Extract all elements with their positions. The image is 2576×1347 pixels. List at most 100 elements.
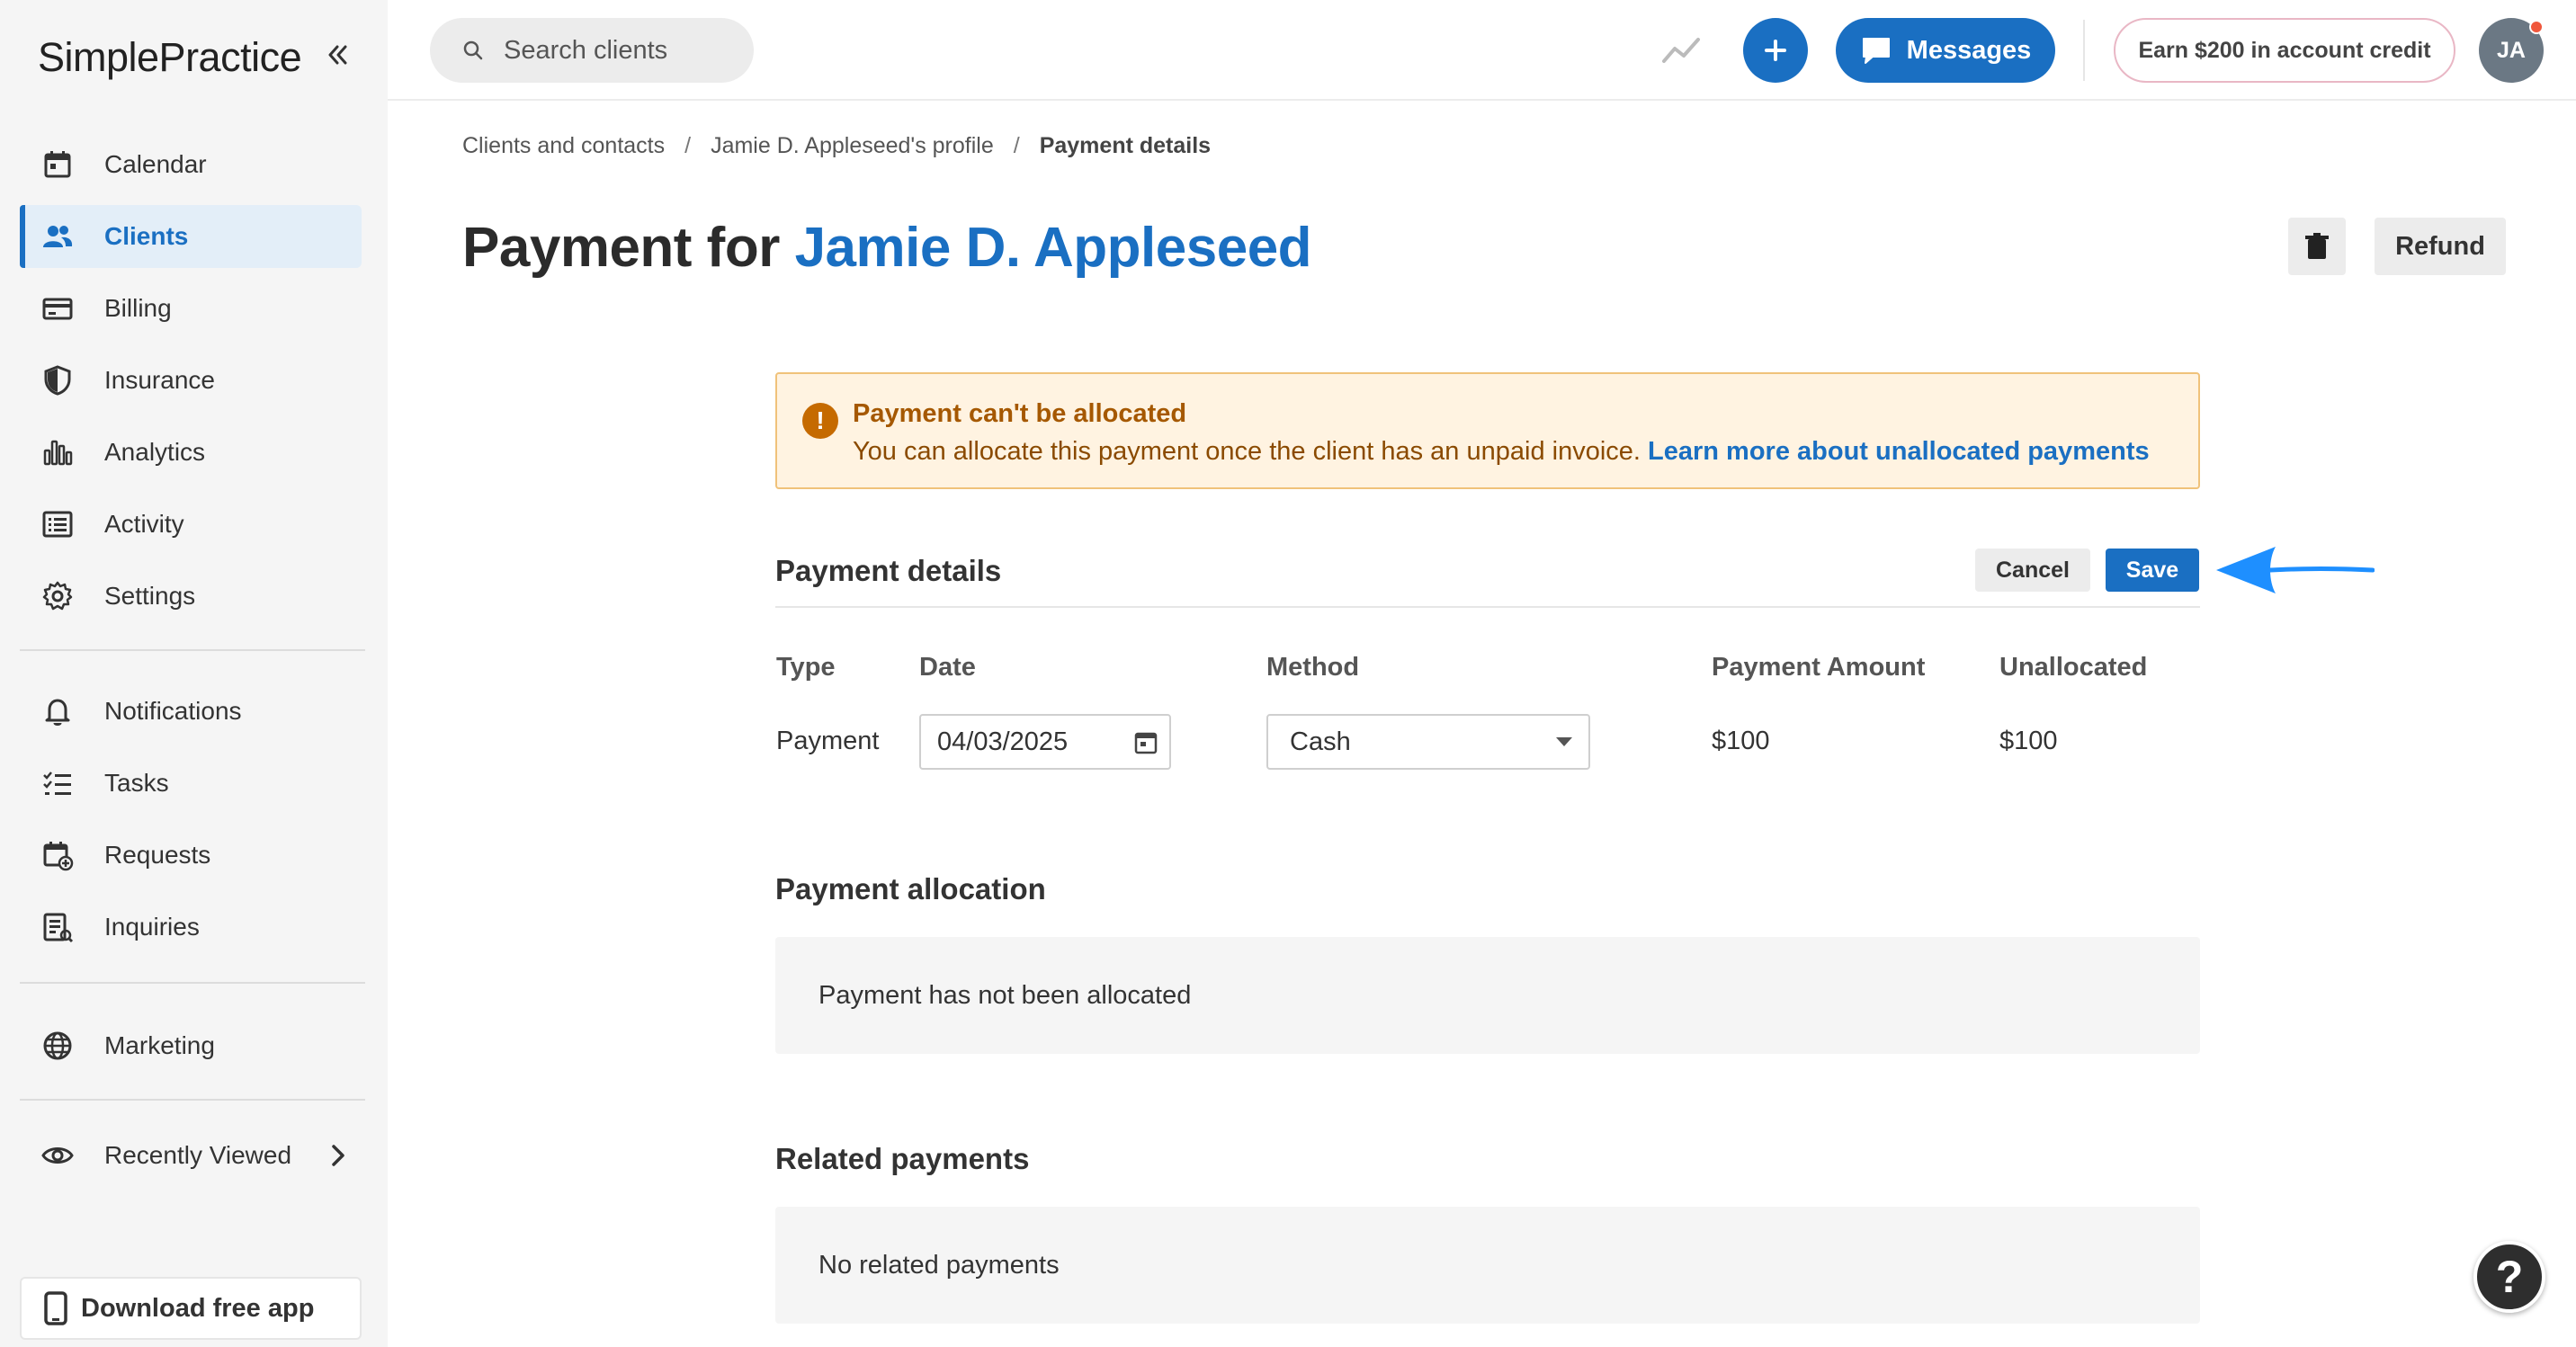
alert-title: Payment can't be allocated <box>853 399 1187 428</box>
alert-text: You can allocate this payment once the c… <box>853 437 1641 466</box>
sidebar-item-label: Clients <box>104 222 189 250</box>
sidebar-item-requests[interactable]: Requests <box>20 824 362 887</box>
column-header-amount: Payment Amount <box>1712 653 1926 682</box>
method-select[interactable]: Cash <box>1266 714 1590 770</box>
page-title-prefix: Payment for <box>462 217 780 279</box>
breadcrumb-clients-link[interactable]: Clients and contacts <box>462 133 665 159</box>
warning-icon: ! <box>802 403 838 439</box>
sidebar-item-label: Tasks <box>104 769 169 797</box>
date-field[interactable]: 04/03/2025 <box>919 714 1171 770</box>
plus-icon <box>1765 40 1786 61</box>
sidebar-divider <box>20 1099 365 1101</box>
messages-button[interactable]: Messages <box>1836 18 2055 83</box>
inquiry-icon <box>43 913 74 943</box>
download-app-label: Download free app <box>81 1293 315 1323</box>
sidebar-item-recently-viewed[interactable]: Recently Viewed <box>20 1124 362 1187</box>
calendar-add-icon <box>43 842 74 871</box>
page-title: Payment for Jamie D. Appleseed <box>462 216 1312 280</box>
calendar-picker-icon[interactable] <box>1133 730 1158 755</box>
alert-message: You can allocate this payment once the c… <box>853 437 2150 467</box>
bar-chart-icon <box>43 440 73 466</box>
sidebar-item-activity[interactable]: Activity <box>20 493 362 556</box>
collapse-sidebar-icon[interactable] <box>322 40 353 70</box>
sidebar-item-clients[interactable]: Clients <box>20 205 362 268</box>
shield-icon <box>44 365 71 396</box>
cancel-button[interactable]: Cancel <box>1975 549 2090 592</box>
bell-icon <box>45 699 70 726</box>
chat-bubble-icon <box>1862 38 1890 64</box>
search-input[interactable]: Search clients <box>430 18 754 83</box>
chevron-right-icon[interactable] <box>326 1140 351 1171</box>
notification-dot <box>2529 20 2544 34</box>
breadcrumb-current: Payment details <box>1039 133 1212 158</box>
search-icon <box>463 40 483 60</box>
method-value: Cash <box>1290 727 1351 756</box>
help-button[interactable]: ? <box>2473 1241 2545 1313</box>
sidebar-item-label: Insurance <box>104 366 215 394</box>
breadcrumb-separator: / <box>1013 133 1020 158</box>
phone-icon <box>44 1291 67 1325</box>
warning-alert: ! Payment can't be allocated You can all… <box>775 372 2200 489</box>
search-placeholder: Search clients <box>504 35 668 65</box>
pointer-arrow-icon <box>2216 547 2375 593</box>
checklist-icon <box>43 772 71 795</box>
allocation-empty-state: Payment has not been allocated <box>775 937 2200 1054</box>
trash-icon <box>2305 233 2329 259</box>
breadcrumb-profile-link[interactable]: Jamie D. Appleseed's profile <box>711 133 994 159</box>
earn-credit-button[interactable]: Earn $200 in account credit <box>2114 18 2455 83</box>
sidebar-item-analytics[interactable]: Analytics <box>20 421 362 484</box>
sidebar-item-calendar[interactable]: Calendar <box>20 133 362 196</box>
topbar-divider <box>2083 20 2085 81</box>
payment-amount: $100 <box>1712 727 1770 755</box>
related-empty-state: No related payments <box>775 1207 2200 1324</box>
payment-type: Payment <box>776 727 880 755</box>
column-header-date: Date <box>919 653 976 682</box>
globe-icon <box>43 1031 72 1060</box>
sidebar-item-tasks[interactable]: Tasks <box>20 752 362 815</box>
app-logo[interactable]: SimplePractice <box>38 34 302 81</box>
unallocated-amount: $100 <box>1999 727 2058 755</box>
refund-button[interactable]: Refund <box>2375 218 2506 275</box>
sidebar-divider <box>20 982 365 984</box>
sidebar-item-inquiries[interactable]: Inquiries <box>20 896 362 959</box>
download-app-button[interactable]: Download free app <box>20 1277 362 1340</box>
payment-details-title: Payment details <box>775 554 1002 587</box>
list-icon <box>42 511 73 538</box>
sidebar-item-label: Billing <box>104 294 172 322</box>
sidebar-item-label: Marketing <box>104 1031 215 1059</box>
chevron-down-icon <box>1556 737 1572 746</box>
sidebar-item-label: Requests <box>104 841 211 869</box>
sidebar-item-label: Activity <box>104 510 184 538</box>
trend-icon[interactable] <box>1660 32 1702 68</box>
sidebar-item-label: Settings <box>104 582 196 610</box>
credit-card-icon <box>42 298 73 320</box>
breadcrumb: Clients and contacts / Jamie D. Applesee… <box>462 133 1211 159</box>
sidebar-item-label: Recently Viewed <box>104 1141 292 1169</box>
sidebar-item-notifications[interactable]: Notifications <box>20 680 362 743</box>
related-payments-title: Related payments <box>775 1142 1030 1175</box>
sidebar: SimplePractice Calendar Clients Billing … <box>0 0 388 1347</box>
payment-allocation-title: Payment allocation <box>775 872 1046 905</box>
column-header-type: Type <box>776 653 836 682</box>
learn-more-link[interactable]: Learn more about unallocated payments <box>1648 437 2150 466</box>
calendar-icon <box>44 151 71 178</box>
column-header-unallocated: Unallocated <box>1999 653 2148 682</box>
sidebar-item-marketing[interactable]: Marketing <box>20 1014 362 1077</box>
sidebar-item-insurance[interactable]: Insurance <box>20 349 362 412</box>
eye-icon <box>41 1147 74 1164</box>
save-button[interactable]: Save <box>2106 549 2199 592</box>
sidebar-item-billing[interactable]: Billing <box>20 277 362 340</box>
delete-button[interactable] <box>2288 218 2346 275</box>
sidebar-item-label: Calendar <box>104 150 207 178</box>
client-name-link[interactable]: Jamie D. Appleseed <box>795 217 1312 279</box>
column-header-method: Method <box>1266 653 1360 682</box>
messages-label: Messages <box>1906 35 2032 65</box>
create-new-button[interactable] <box>1743 18 1808 83</box>
sidebar-divider <box>20 649 365 651</box>
sidebar-item-settings[interactable]: Settings <box>20 565 362 628</box>
sidebar-item-label: Inquiries <box>104 913 200 941</box>
users-icon <box>43 226 73 247</box>
gear-icon <box>42 581 73 611</box>
sidebar-item-label: Notifications <box>104 697 242 725</box>
date-value: 04/03/2025 <box>937 727 1069 756</box>
